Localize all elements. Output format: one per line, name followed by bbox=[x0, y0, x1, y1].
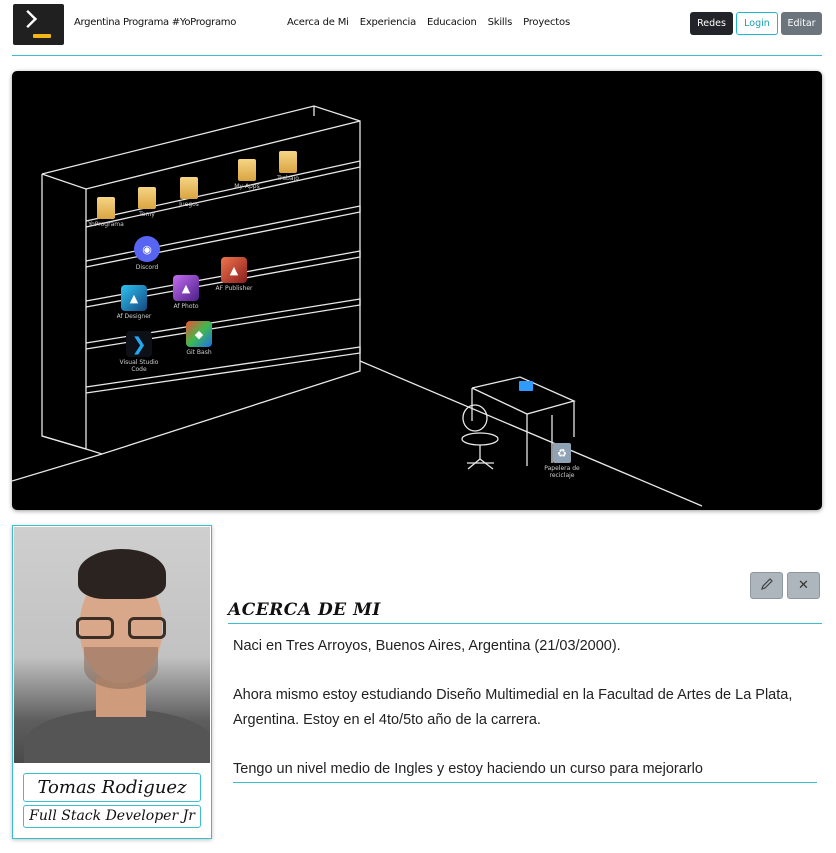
about-title: ACERCA DE MI bbox=[228, 600, 381, 620]
delete-about-button[interactable]: ✕ bbox=[787, 572, 820, 599]
nav-link-acerca[interactable]: Acerca de Mi bbox=[287, 17, 349, 28]
git-icon[interactable]: ◆ Git Bash bbox=[171, 321, 227, 356]
folder-icon[interactable]: Trabajo bbox=[260, 151, 316, 182]
vscode-icon[interactable]: ❯ Visual Studio Code bbox=[111, 331, 167, 373]
discord-icon[interactable]: ◉ Discord bbox=[119, 236, 175, 271]
nav-link-educacion[interactable]: Educacion bbox=[427, 17, 477, 28]
nav-link-proyectos[interactable]: Proyectos bbox=[523, 17, 570, 28]
folder-icon[interactable]: Juegos bbox=[161, 177, 217, 208]
affinity-designer-icon[interactable]: ▲ Af Designer bbox=[106, 285, 162, 320]
editar-button[interactable]: Editar bbox=[781, 12, 822, 35]
navbar-divider bbox=[12, 55, 822, 56]
close-icon: ✕ bbox=[798, 578, 809, 593]
profile-card: Tomas Rodiguez Full Stack Developer Jr bbox=[12, 525, 212, 839]
terminal-logo-icon[interactable] bbox=[13, 4, 64, 45]
main-nav: Acerca de Mi Experiencia Educacion Skill… bbox=[287, 17, 581, 28]
about-paragraph: Ahora mismo estoy estudiando Diseño Mult… bbox=[233, 687, 793, 728]
profile-role: Full Stack Developer Jr bbox=[23, 805, 201, 828]
navbar: Argentina Programa #YoProgramo Acerca de… bbox=[0, 0, 836, 56]
recycle-bin-icon[interactable]: ♻ Papelera de reciclaje bbox=[534, 443, 590, 479]
about-paragraph: Naci en Tres Arroyos, Buenos Aires, Arge… bbox=[233, 638, 621, 654]
monitor-icon bbox=[519, 381, 533, 391]
about-title-divider bbox=[228, 623, 822, 624]
login-button[interactable]: Login bbox=[736, 12, 778, 35]
nav-link-skills[interactable]: Skills bbox=[488, 17, 513, 28]
desktop-banner: YoPrograma Tomy Juegos My Apps Trabajo ◉… bbox=[12, 71, 822, 510]
about-paragraph: Tengo un nivel medio de Ingles y estoy h… bbox=[233, 761, 703, 777]
profile-photo bbox=[14, 527, 210, 763]
affinity-publisher-icon[interactable]: ▲ AF Publisher bbox=[206, 257, 262, 292]
about-body-divider bbox=[233, 782, 817, 783]
nav-link-experiencia[interactable]: Experiencia bbox=[360, 17, 417, 28]
edit-about-button[interactable] bbox=[750, 572, 783, 599]
profile-name: Tomas Rodiguez bbox=[23, 773, 201, 802]
about-body: Naci en Tres Arroyos, Buenos Aires, Arge… bbox=[233, 634, 818, 782]
pencil-icon bbox=[760, 577, 774, 595]
redes-button[interactable]: Redes bbox=[690, 12, 733, 35]
brand-title: Argentina Programa #YoProgramo bbox=[74, 17, 237, 28]
